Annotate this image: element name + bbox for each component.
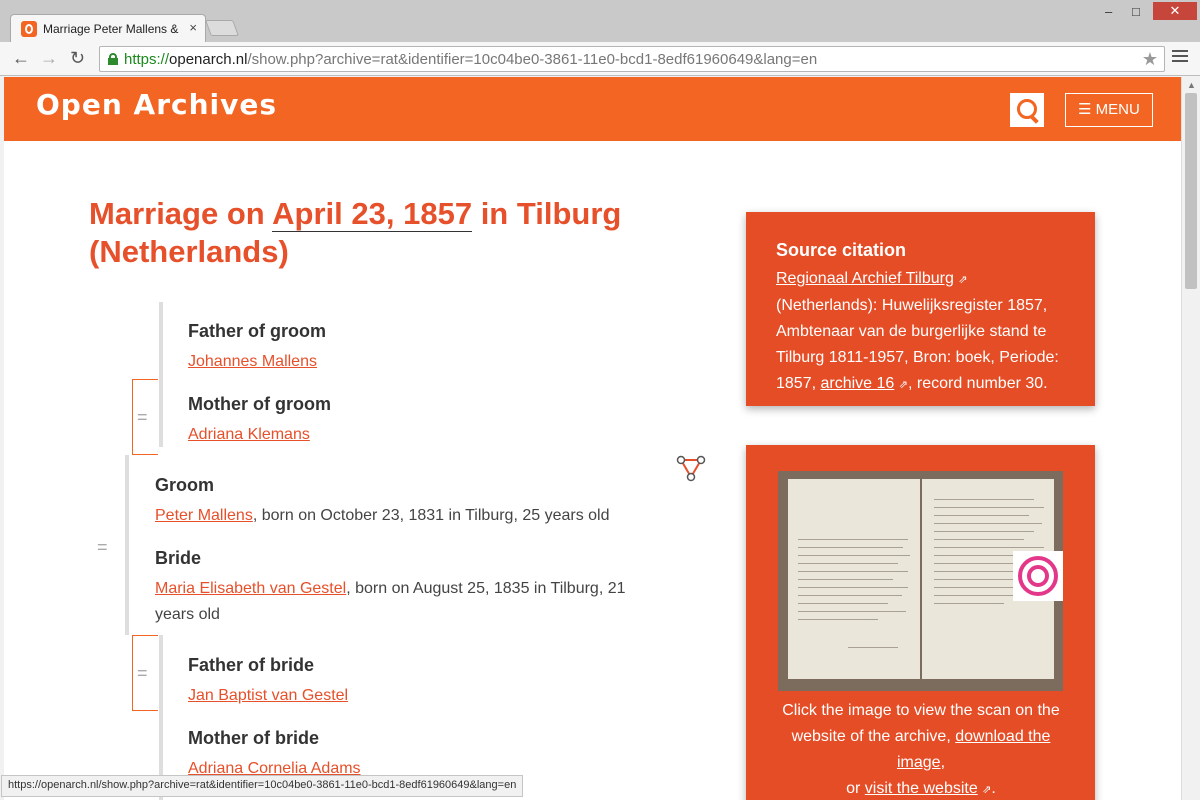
scan-left-page	[788, 479, 920, 679]
groom-parents-bar	[159, 302, 163, 447]
groom-link[interactable]: Peter Mallens	[155, 507, 253, 524]
external-link-icon: ⇗	[958, 274, 968, 286]
visit-website-link[interactable]: visit the website	[865, 780, 978, 797]
citation-text-2: , record number 30.	[907, 375, 1048, 392]
bookmark-star-icon[interactable]: ★	[1142, 49, 1158, 70]
archive-scan-image[interactable]	[778, 471, 1063, 691]
scroll-thumb[interactable]	[1185, 93, 1197, 289]
mother-bride-label: Mother of bride	[188, 728, 319, 748]
minimize-button[interactable]: ‒	[1105, 4, 1112, 19]
father-groom-link[interactable]: Johannes Mallens	[188, 353, 317, 371]
url-text: https://openarch.nl/show.php?archive=rat…	[124, 51, 817, 68]
source-citation-card: Source citation Regionaal Archief Tilbur…	[746, 212, 1095, 406]
mother-groom-label: Mother of groom	[188, 394, 331, 414]
maximize-button[interactable]: □	[1132, 4, 1140, 19]
page-scrollbar[interactable]: ▲	[1181, 77, 1200, 800]
bride-link[interactable]: Maria Elisabeth van Gestel	[155, 580, 346, 597]
status-bar-url: https://openarch.nl/show.php?archive=rat…	[1, 775, 524, 797]
search-icon[interactable]	[1010, 93, 1044, 127]
tab-title: Marriage Peter Mallens &	[43, 22, 179, 36]
source-citation-body: Regionaal Archief Tilburg ⇗ (Netherlands…	[776, 266, 1066, 398]
groom-info: , born on October 23, 1831 in Tilburg, 2…	[252, 507, 610, 524]
groom-parents-equals: =	[137, 407, 148, 427]
browser-titlebar: Marriage Peter Mallens & × ‒ □ ✕	[0, 0, 1200, 42]
menu-button[interactable]: ☰ MENU	[1065, 93, 1153, 127]
mother-groom-link[interactable]: Adriana Klemans	[188, 426, 310, 444]
bride-label: Bride	[155, 548, 202, 568]
window-close-button[interactable]: ✕	[1153, 2, 1197, 20]
url-host: openarch.nl	[169, 51, 248, 68]
scan-caption-4: .	[991, 780, 996, 797]
bride-details: Maria Elisabeth van Gestel, born on Augu…	[155, 576, 665, 628]
forward-button[interactable]: →	[40, 48, 58, 68]
site-header: Open Archives ☰ MENU	[4, 77, 1181, 141]
browser-menu-icon[interactable]	[1172, 50, 1188, 65]
title-date-link[interactable]: April 23, 1857	[272, 196, 473, 232]
archive-viewer-icon[interactable]	[1013, 551, 1063, 601]
page-title: Marriage on April 23, 1857 in Tilburg (N…	[89, 195, 689, 271]
scroll-up-icon[interactable]: ▲	[1187, 80, 1196, 90]
back-button[interactable]: ←	[12, 48, 30, 68]
couple-bar	[125, 455, 129, 635]
bride-parents-equals: =	[137, 663, 148, 683]
archive-link[interactable]: Regionaal Archief Tilburg	[776, 270, 954, 287]
groom-label: Groom	[155, 475, 215, 495]
scan-card: Click the image to view the scan on the …	[746, 445, 1095, 800]
source-citation-title: Source citation	[776, 240, 907, 260]
father-groom-label: Father of groom	[188, 321, 326, 341]
scan-caption-3: or	[846, 780, 865, 797]
tab-close-icon[interactable]: ×	[189, 20, 197, 35]
browser-toolbar: ← → ↻ https://openarch.nl/show.php?archi…	[0, 42, 1200, 76]
scan-caption-2: ,	[940, 754, 946, 771]
scan-caption: Click the image to view the scan on the …	[766, 698, 1076, 800]
external-link-icon: ⇗	[898, 379, 908, 391]
father-bride-label: Father of bride	[188, 655, 315, 675]
title-prefix: Marriage on	[89, 196, 273, 231]
site-favicon-icon	[21, 21, 37, 37]
new-tab-button[interactable]	[205, 20, 239, 36]
url-scheme: https://	[124, 51, 170, 68]
couple-equals: =	[97, 537, 108, 557]
lock-icon	[108, 53, 118, 65]
page-viewport: Open Archives ☰ MENU Marriage on April 2…	[4, 77, 1181, 800]
archive-number-link[interactable]: archive 16	[820, 375, 894, 392]
family-graph-icon[interactable]	[676, 455, 706, 483]
browser-tab[interactable]: Marriage Peter Mallens & ×	[10, 14, 206, 42]
groom-details: Peter Mallens, born on October 23, 1831 …	[155, 503, 665, 529]
father-bride-link[interactable]: Jan Baptist van Gestel	[188, 687, 348, 705]
site-brand[interactable]: Open Archives	[36, 88, 277, 121]
reload-button[interactable]: ↻	[70, 48, 85, 68]
url-path: /show.php?archive=rat&identifier=10c04be…	[247, 51, 818, 68]
address-bar[interactable]: https://openarch.nl/show.php?archive=rat…	[99, 46, 1165, 72]
